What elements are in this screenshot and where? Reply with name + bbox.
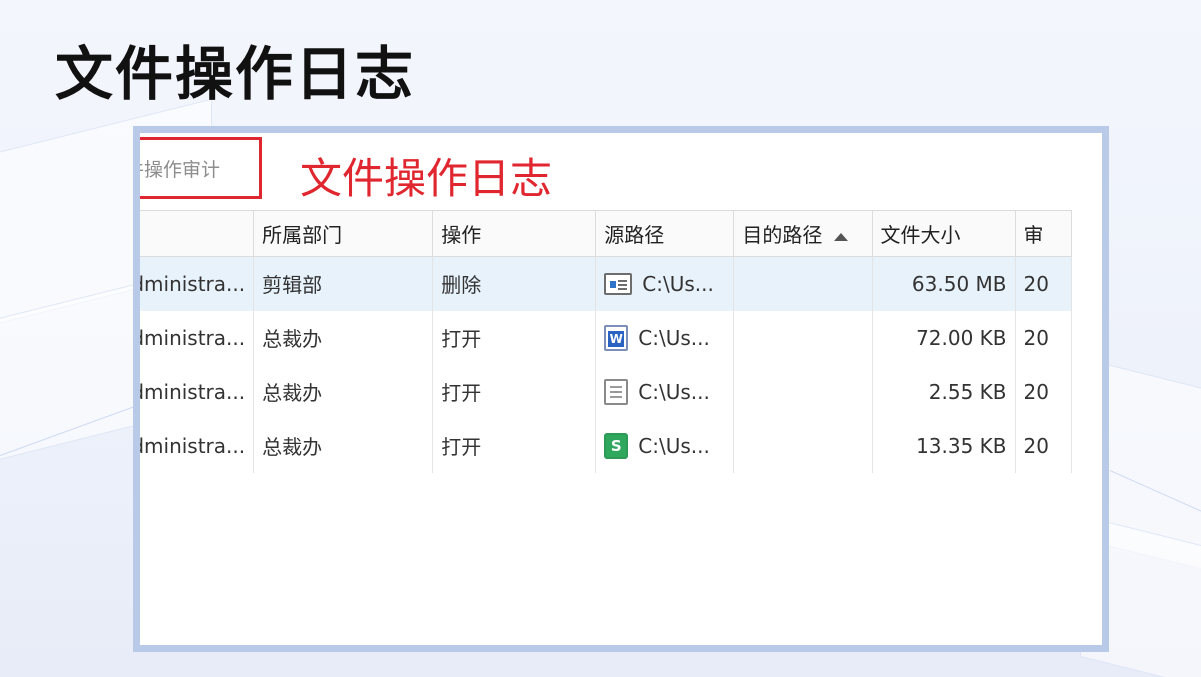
word-file-icon: W <box>604 324 629 351</box>
file-log-table: 户 所属部门 操作 源路径 目的路径 文件大小 审 Administra... … <box>140 210 1073 473</box>
column-header-operation[interactable]: 操作 <box>432 210 597 257</box>
cell-user: Administra... <box>140 310 255 365</box>
cell-operation: 打开 <box>432 364 597 419</box>
cell-operation: 删除 <box>432 256 597 311</box>
page-title: 文件操作日志 <box>55 40 416 108</box>
cell-audit-time: 20 <box>1015 418 1073 473</box>
cell-department: 剪辑部 <box>253 256 434 311</box>
annotation-label: 文件操作日志 <box>300 154 553 203</box>
cell-audit-time: 20 <box>1015 364 1073 419</box>
cell-source-path: S C:\Us... <box>595 418 735 473</box>
cell-department: 总裁办 <box>253 364 434 419</box>
spreadsheet-file-icon: S <box>604 432 629 459</box>
cell-dest-path <box>733 256 873 311</box>
cell-user: Administra... <box>140 418 255 473</box>
cell-dest-path <box>733 310 873 365</box>
column-header-dest-path[interactable]: 目的路径 <box>733 210 873 257</box>
cell-audit-time: 20 <box>1015 310 1073 365</box>
column-header-audit-time[interactable]: 审 <box>1015 210 1073 257</box>
sort-ascending-icon <box>834 232 849 241</box>
cell-size: 63.50 MB <box>872 256 1016 311</box>
screenshot-frame: 件操作审计 文件操作日志 户 所属部门 操作 源路径 目的路径 文件大小 审 <box>133 126 1109 652</box>
table-row[interactable]: Administra... 剪辑部 删除 C:\Us... 63.50 MB 2… <box>140 256 1073 311</box>
column-header-department[interactable]: 所属部门 <box>253 210 434 257</box>
cell-source-path: C:\Us... <box>595 256 735 311</box>
cell-source-path: C:\Us... <box>595 364 735 419</box>
cell-user: Administra... <box>140 364 255 419</box>
file-audit-tab[interactable]: 件操作审计 <box>140 137 262 199</box>
cell-size: 72.00 KB <box>872 310 1016 365</box>
cell-department: 总裁办 <box>253 418 434 473</box>
cell-dest-path <box>733 364 873 419</box>
text-file-icon <box>604 378 629 405</box>
table-row[interactable]: Administra... 总裁办 打开 C:\Us... 2.55 KB 20 <box>140 364 1073 419</box>
cell-source-path: W C:\Us... <box>595 310 735 365</box>
cell-audit-time: 20 <box>1015 256 1073 311</box>
column-header-size[interactable]: 文件大小 <box>872 210 1016 257</box>
cell-operation: 打开 <box>432 418 597 473</box>
column-header-user[interactable]: 户 <box>140 210 255 257</box>
cell-size: 13.35 KB <box>872 418 1016 473</box>
cell-user: Administra... <box>140 256 255 311</box>
cell-dest-path <box>733 418 873 473</box>
table-row[interactable]: Administra... 总裁办 打开 S C:\Us... 13.35 KB… <box>140 418 1073 473</box>
cell-department: 总裁办 <box>253 310 434 365</box>
column-header-source-path[interactable]: 源路径 <box>595 210 735 257</box>
table-row[interactable]: Administra... 总裁办 打开 W C:\Us... 72.00 KB… <box>140 310 1073 365</box>
video-file-icon <box>604 272 633 295</box>
cell-operation: 打开 <box>432 310 597 365</box>
file-audit-tab-label: 件操作审计 <box>140 158 221 181</box>
table-header-row: 户 所属部门 操作 源路径 目的路径 文件大小 审 <box>140 210 1073 257</box>
cell-size: 2.55 KB <box>872 364 1016 419</box>
